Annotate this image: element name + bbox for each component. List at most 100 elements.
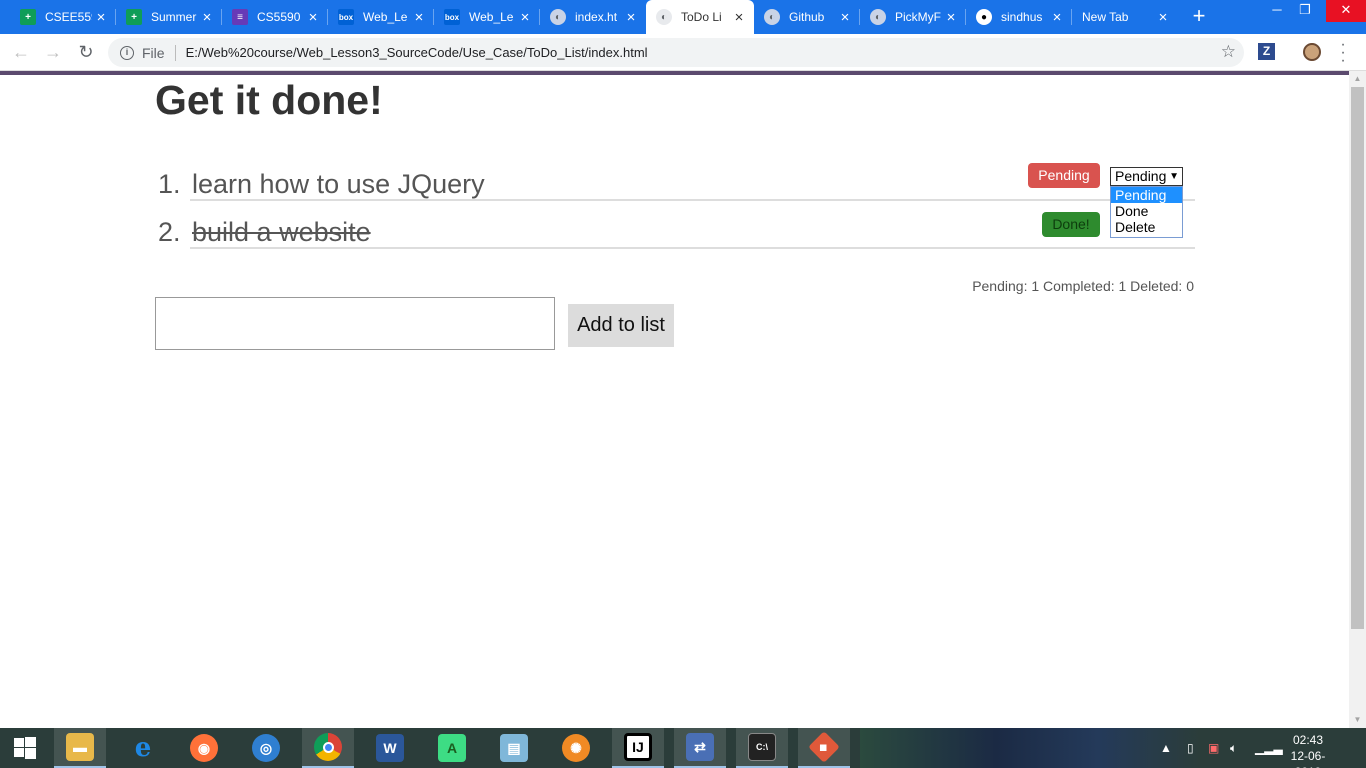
close-icon[interactable]: × [942,9,960,26]
omnibox-divider [174,44,176,61]
add-to-list-button[interactable]: Add to list [568,304,674,347]
taskbar-file-explorer[interactable]: ▬ [54,728,106,768]
tab-title: PickMyF [895,10,941,24]
taskbar-notepad[interactable]: ▤ [488,728,540,768]
tab-todo-list[interactable]: ◐ ToDo Li × [646,0,754,34]
close-icon[interactable]: × [836,9,854,26]
taskbar-firefox[interactable]: ◉ [178,728,230,768]
restore-icon[interactable]: ❐ [1290,0,1320,22]
status-select[interactable]: Pending ▼ [1110,167,1183,186]
close-icon[interactable]: × [1048,9,1066,26]
windows-taskbar: ▬ e ◉ ◎ W A ▤ ✺ IJ ⇄ C:\ ◆ ▲ ▯ ▣ 🔈︎ ▁▂▃ … [0,728,1366,768]
tab-pickmyf[interactable]: ◐ PickMyF × [860,0,966,34]
tab-github[interactable]: ◐ Github × [754,0,860,34]
status-badge-done[interactable]: Done! [1042,212,1100,237]
tab-sindhus-github[interactable]: ● sindhus × [966,0,1072,34]
device-icon[interactable]: ▯ [1187,728,1194,768]
page-title: Get it done! [155,77,383,123]
new-tab-button[interactable]: + [1188,5,1210,29]
new-todo-input[interactable] [155,297,555,350]
taskbar-blue-app[interactable]: ◎ [240,728,292,768]
status-counters: Pending: 1 Completed: 1 Deleted: 0 [972,278,1194,294]
tab-cs5590[interactable]: ≡ CS5590 × [222,0,328,34]
vertical-scrollbar[interactable]: ▲ ▼ [1349,71,1366,728]
chrome-icon [314,733,342,761]
info-icon[interactable]: i [120,45,134,60]
sheets-icon: + [126,9,142,25]
window-close-icon[interactable]: ✕ [1326,0,1366,22]
todo-item: 1. learn how to use JQuery Pending [155,153,1195,201]
scroll-up-icon[interactable]: ▲ [1349,71,1366,87]
box-icon: box [338,9,354,25]
close-icon[interactable]: × [92,9,110,26]
orange-wheel-icon: ✺ [562,734,590,762]
close-icon[interactable]: × [304,9,322,26]
close-icon[interactable]: × [516,9,534,26]
taskbar-android-studio[interactable]: A [426,728,478,768]
internet-explorer-icon: e [134,733,152,763]
globe-icon: ◐ [870,9,886,25]
close-icon[interactable]: × [410,9,428,26]
taskbar-internet-explorer[interactable]: e [117,728,169,768]
todo-text: learn how to use JQuery [192,169,485,199]
taskbar-intellij[interactable]: IJ [612,728,664,768]
file-explorer-icon: ▬ [66,733,94,761]
github-icon: ● [976,9,992,25]
browser-tab-strip: + CSEE5590 × + Summer × ≡ CS5590 × box W… [0,0,1366,34]
tab-title: index.ht [575,10,618,24]
taskbar-terminal[interactable]: C:\ [736,728,788,768]
url-text[interactable]: E:/Web%20course/Web_Lesson3_SourceCode/U… [186,45,648,60]
tab-title: CSEE5590 [45,10,92,24]
close-icon[interactable]: × [1154,9,1172,26]
globe-icon: ◐ [656,9,672,25]
zotero-extension-icon[interactable]: Z [1258,43,1275,60]
sheets-icon: + [20,9,36,25]
tab-new-tab[interactable]: New Tab × [1072,0,1178,34]
back-arrow-icon[interactable]: ← [10,42,32,64]
network-tool-icon: ⇄ [686,733,714,761]
todo-item: 2. build a website Done! [155,201,1195,249]
status-option-done[interactable]: Done [1111,203,1182,219]
tab-index-html[interactable]: ◐ index.ht × [540,0,646,34]
globe-icon: ◐ [764,9,780,25]
battery-alert-icon[interactable]: ▣ [1208,728,1219,768]
notepad-icon: ▤ [500,734,528,762]
close-icon[interactable]: × [622,9,640,26]
taskbar-orange-app[interactable]: ✺ [550,728,602,768]
profile-avatar[interactable] [1303,43,1321,61]
tab-summer[interactable]: + Summer × [116,0,222,34]
taskbar-wallpaper [860,728,1200,768]
tab-title: CS5590 [257,10,301,24]
menu-kebab-icon[interactable]: · · · [1338,37,1348,69]
tab-web-lesson-box-1[interactable]: box Web_Le × [328,0,434,34]
start-button[interactable] [0,728,50,768]
taskbar-chrome[interactable] [302,728,354,768]
status-select-value: Pending [1115,168,1167,184]
status-badge-pending[interactable]: Pending [1028,163,1100,188]
tab-title: sindhus [1001,10,1043,24]
close-icon[interactable]: × [730,9,748,26]
taskbar-word[interactable]: W [364,728,416,768]
minimize-icon[interactable]: ─ [1262,0,1292,22]
reload-icon[interactable]: ↻ [75,42,97,64]
page-viewport: Get it done! 1. learn how to use JQuery … [0,71,1349,728]
system-clock[interactable]: 02:43 12-06-2019 [1278,732,1338,768]
tab-web-lesson-box-2[interactable]: box Web_Le × [434,0,540,34]
volume-icon[interactable]: 🔈︎ [1230,728,1237,768]
taskbar-git[interactable]: ◆ [798,728,850,768]
tab-title: ToDo Li [681,10,722,24]
scroll-down-icon[interactable]: ▼ [1349,712,1366,728]
box-icon: box [444,9,460,25]
clock-time: 02:43 [1292,733,1324,747]
status-option-delete[interactable]: Delete [1111,219,1182,235]
scrollbar-thumb[interactable] [1351,87,1364,629]
taskbar-network-tool[interactable]: ⇄ [674,728,726,768]
show-hidden-icons[interactable]: ▲ [1160,728,1172,768]
tab-csee5590[interactable]: + CSEE5590 × [10,0,116,34]
close-icon[interactable]: × [198,9,216,26]
forward-arrow-icon[interactable]: → [42,42,64,64]
status-option-pending[interactable]: Pending [1111,187,1182,203]
address-bar[interactable]: i File E:/Web%20course/Web_Lesson3_Sourc… [108,38,1244,67]
tab-title: Github [789,10,825,24]
bookmark-star-icon[interactable]: ☆ [1221,42,1236,62]
